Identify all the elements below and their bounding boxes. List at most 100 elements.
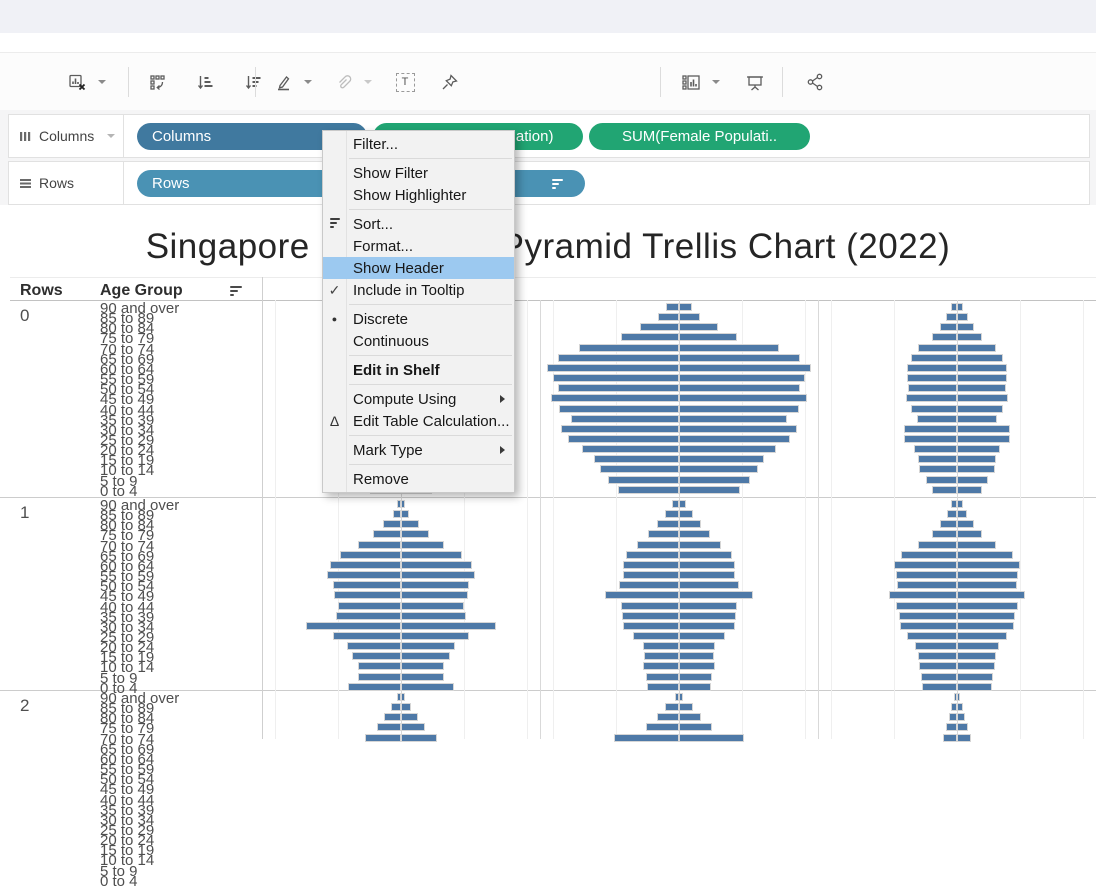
- male-population-bar[interactable]: [348, 683, 401, 691]
- female-population-bar[interactable]: [957, 394, 1008, 402]
- male-population-bar[interactable]: [919, 465, 957, 473]
- menu-item-include-in-tooltip[interactable]: ✓Include in Tooltip: [323, 279, 514, 301]
- male-population-bar[interactable]: [571, 415, 679, 423]
- female-population-bar[interactable]: [679, 713, 701, 721]
- female-population-bar[interactable]: [957, 323, 974, 331]
- attachment-caret-icon[interactable]: [364, 80, 372, 84]
- menu-item-discrete[interactable]: ●Discrete: [323, 308, 514, 330]
- male-population-bar[interactable]: [358, 541, 401, 549]
- male-population-bar[interactable]: [643, 642, 679, 650]
- female-population-bar[interactable]: [401, 561, 472, 569]
- menu-item-mark-type[interactable]: Mark Type: [323, 439, 514, 461]
- female-population-bar[interactable]: [401, 652, 450, 660]
- menu-item-show-header[interactable]: Show Header: [323, 257, 514, 279]
- male-population-bar[interactable]: [646, 673, 679, 681]
- male-population-bar[interactable]: [623, 561, 679, 569]
- male-population-bar[interactable]: [619, 581, 679, 589]
- female-population-bar[interactable]: [679, 344, 779, 352]
- female-population-bar[interactable]: [957, 673, 993, 681]
- male-population-bar[interactable]: [918, 344, 957, 352]
- female-population-bar[interactable]: [679, 303, 692, 311]
- male-population-bar[interactable]: [614, 734, 679, 742]
- female-population-bar[interactable]: [679, 415, 787, 423]
- female-population-bar[interactable]: [679, 455, 764, 463]
- male-population-bar[interactable]: [391, 703, 401, 711]
- male-population-bar[interactable]: [914, 445, 957, 453]
- male-population-bar[interactable]: [384, 713, 401, 721]
- male-population-bar[interactable]: [932, 530, 957, 538]
- female-population-bar[interactable]: [401, 520, 419, 528]
- male-population-bar[interactable]: [568, 435, 679, 443]
- female-population-bar[interactable]: [957, 374, 1007, 382]
- age-group-sort-icon[interactable]: [230, 286, 242, 298]
- male-population-bar[interactable]: [672, 500, 679, 508]
- highlight-icon[interactable]: [268, 65, 298, 99]
- male-population-bar[interactable]: [917, 415, 957, 423]
- male-population-bar[interactable]: [306, 622, 401, 630]
- female-population-bar[interactable]: [679, 734, 744, 742]
- male-population-bar[interactable]: [904, 425, 957, 433]
- male-population-bar[interactable]: [647, 683, 679, 691]
- male-population-bar[interactable]: [918, 455, 957, 463]
- attachment-icon[interactable]: [328, 65, 358, 99]
- female-population-bar[interactable]: [957, 333, 982, 341]
- female-population-bar[interactable]: [679, 323, 718, 331]
- female-population-bar[interactable]: [679, 693, 683, 701]
- female-population-bar[interactable]: [957, 520, 974, 528]
- female-population-bar[interactable]: [401, 622, 496, 630]
- female-population-bar[interactable]: [679, 561, 735, 569]
- female-population-bar[interactable]: [957, 445, 1000, 453]
- male-population-bar[interactable]: [330, 561, 401, 569]
- male-population-bar[interactable]: [582, 445, 679, 453]
- male-population-bar[interactable]: [648, 530, 679, 538]
- male-population-bar[interactable]: [622, 612, 679, 620]
- male-population-bar[interactable]: [946, 313, 957, 321]
- menu-item-edit-table-calculation[interactable]: ΔEdit Table Calculation...: [323, 410, 514, 432]
- male-population-bar[interactable]: [579, 344, 679, 352]
- male-population-bar[interactable]: [373, 530, 401, 538]
- male-population-bar[interactable]: [640, 323, 679, 331]
- female-population-bar[interactable]: [957, 561, 1020, 569]
- female-population-bar[interactable]: [679, 551, 732, 559]
- male-population-bar[interactable]: [393, 510, 401, 518]
- female-population-bar[interactable]: [679, 364, 811, 372]
- menu-item-filter[interactable]: Filter...: [323, 133, 514, 155]
- male-population-bar[interactable]: [637, 541, 679, 549]
- female-population-bar[interactable]: [401, 530, 429, 538]
- female-population-bar[interactable]: [679, 571, 735, 579]
- female-population-bar[interactable]: [957, 602, 1018, 610]
- female-population-bar[interactable]: [957, 476, 988, 484]
- male-population-bar[interactable]: [665, 510, 679, 518]
- female-population-bar[interactable]: [957, 713, 965, 721]
- female-population-bar[interactable]: [957, 405, 1003, 413]
- female-population-bar[interactable]: [957, 530, 982, 538]
- female-population-bar[interactable]: [401, 551, 462, 559]
- female-population-bar[interactable]: [957, 662, 995, 670]
- male-population-bar[interactable]: [666, 303, 679, 311]
- male-population-bar[interactable]: [657, 713, 679, 721]
- text-label-icon[interactable]: T: [390, 65, 420, 99]
- female-population-bar[interactable]: [957, 703, 963, 711]
- male-population-bar[interactable]: [896, 571, 957, 579]
- male-population-bar[interactable]: [338, 602, 401, 610]
- male-population-bar[interactable]: [932, 333, 957, 341]
- female-population-bar[interactable]: [401, 632, 469, 640]
- male-population-bar[interactable]: [894, 561, 957, 569]
- male-population-bar[interactable]: [605, 591, 679, 599]
- female-population-bar[interactable]: [957, 541, 996, 549]
- female-population-bar[interactable]: [679, 703, 693, 711]
- female-population-bar[interactable]: [679, 333, 737, 341]
- menu-item-continuous[interactable]: Continuous: [323, 330, 514, 352]
- menu-item-remove[interactable]: Remove: [323, 468, 514, 490]
- female-population-bar[interactable]: [679, 652, 714, 660]
- female-population-bar[interactable]: [957, 303, 963, 311]
- female-population-bar[interactable]: [679, 425, 797, 433]
- female-population-bar[interactable]: [401, 500, 405, 508]
- female-population-bar[interactable]: [401, 734, 437, 742]
- male-population-bar[interactable]: [918, 541, 957, 549]
- female-population-bar[interactable]: [401, 693, 405, 701]
- male-population-bar[interactable]: [932, 486, 957, 494]
- female-population-bar[interactable]: [679, 520, 701, 528]
- female-population-bar[interactable]: [679, 602, 737, 610]
- male-population-bar[interactable]: [899, 612, 957, 620]
